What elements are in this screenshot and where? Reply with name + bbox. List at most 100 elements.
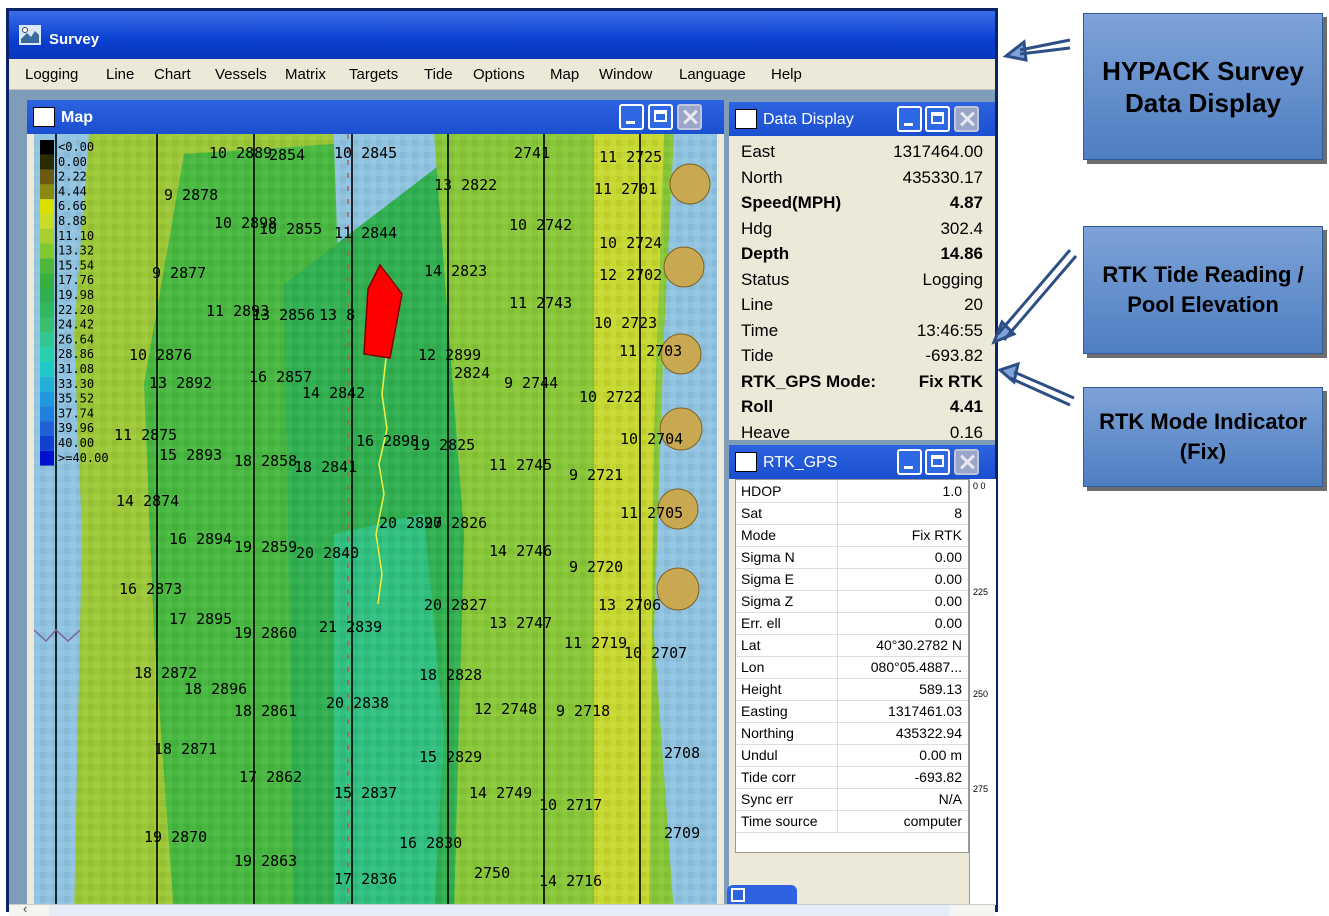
menu-options[interactable]: Options bbox=[473, 66, 525, 83]
legend-swatch bbox=[40, 362, 54, 377]
menu-targets[interactable]: Targets bbox=[349, 66, 398, 83]
data-display-title-bar[interactable]: Data Display bbox=[729, 102, 995, 136]
rtk-row-value: 40°30.2782 N bbox=[876, 637, 962, 653]
map-canvas[interactable]: <0.00 0.00 2.22 4.44 6.66 8.88 11.10 13.32 15.54… bbox=[34, 134, 717, 915]
legend-swatch bbox=[40, 243, 54, 259]
sounding-label: 11 2875 bbox=[114, 426, 177, 444]
sounding-label: 14 2842 bbox=[302, 384, 365, 402]
data-display-minimize-button[interactable] bbox=[897, 106, 922, 132]
map-window-icon bbox=[33, 107, 55, 127]
sounding-label: 14 2874 bbox=[116, 492, 179, 510]
data-display-maximize-button[interactable] bbox=[925, 106, 950, 132]
sounding-label: 16 2873 bbox=[119, 580, 182, 598]
sounding-label: 10 2722 bbox=[579, 388, 642, 406]
sounding-label: 10 2724 bbox=[599, 234, 662, 252]
data-display-close-button[interactable] bbox=[954, 106, 979, 132]
rtk-gps-maximize-button[interactable] bbox=[925, 449, 950, 475]
legend-label: >=40.00 bbox=[58, 451, 109, 465]
menu-chart[interactable]: Chart bbox=[154, 66, 191, 83]
rtk-row-value: 0.00 bbox=[934, 571, 962, 587]
legend-label: 40.00 bbox=[58, 436, 94, 450]
rtk-row: Lon 080°05.4887... bbox=[736, 656, 968, 679]
rtk-row-label: Sigma Z bbox=[741, 593, 794, 609]
rtk-column-separator bbox=[837, 656, 838, 678]
callout-survey-data-display: HYPACK Survey Data Display bbox=[1083, 13, 1323, 160]
menu-window[interactable]: Window bbox=[599, 66, 652, 83]
map-maximize-button[interactable] bbox=[648, 104, 673, 130]
rtk-column-separator bbox=[837, 634, 838, 656]
sounding-label: 13 2747 bbox=[489, 614, 552, 632]
callout-rtk-mode: RTK Mode Indicator (Fix) bbox=[1083, 387, 1323, 487]
legend-swatch bbox=[40, 214, 54, 229]
data-row-label: Tide bbox=[741, 346, 774, 365]
survey-window: Survey Logging Line Chart Vessels Matrix… bbox=[6, 8, 998, 916]
sounding-label: 11 2705 bbox=[620, 504, 683, 522]
legend-swatch bbox=[40, 391, 54, 407]
sounding-label: 10 2717 bbox=[539, 796, 602, 814]
horizontal-scrollbar[interactable]: ‹ bbox=[9, 901, 995, 916]
arrow-mode bbox=[997, 361, 1075, 407]
legend-label: 33.30 bbox=[58, 377, 94, 391]
sounding-label: 21 2839 bbox=[319, 618, 382, 636]
map-window-title: Map bbox=[61, 109, 93, 126]
sounding-label: 20 2838 bbox=[326, 694, 389, 712]
sounding-label: 20 2840 bbox=[296, 544, 359, 562]
menu-matrix[interactable]: Matrix bbox=[285, 66, 326, 83]
sounding-label: 9 2878 bbox=[164, 186, 218, 204]
map-marker-circle bbox=[663, 246, 705, 288]
legend-label: 6.66 bbox=[58, 199, 87, 213]
scroll-left-icon[interactable]: ‹ bbox=[23, 901, 27, 916]
menu-tide[interactable]: Tide bbox=[424, 66, 453, 83]
sounding-label: 17 2836 bbox=[334, 870, 397, 888]
sounding-label: 2854 bbox=[269, 146, 305, 164]
scroll-thumb[interactable] bbox=[49, 905, 949, 916]
sounding-label: 14 2823 bbox=[424, 262, 487, 280]
legend-swatch bbox=[40, 288, 54, 303]
sounding-label: 10 2742 bbox=[509, 216, 572, 234]
title-bar[interactable]: Survey bbox=[9, 11, 995, 59]
rtk-column-separator bbox=[837, 502, 838, 524]
rtk-row-label: Tide corr bbox=[741, 769, 796, 785]
map-window: Map <0.00 0.00 2.22 4.44 6.66 8.88 11.10… bbox=[27, 100, 724, 915]
arrow-tide bbox=[991, 249, 1078, 345]
sounding-label: 12 2899 bbox=[418, 346, 481, 364]
legend-label: 35.52 bbox=[58, 392, 94, 406]
rtk-column-separator bbox=[837, 524, 838, 546]
rtk-row-label: Lon bbox=[741, 659, 765, 675]
map-minimize-button[interactable] bbox=[619, 104, 644, 130]
sounding-label: 9 2718 bbox=[556, 702, 610, 720]
menu-line[interactable]: Line bbox=[106, 66, 134, 83]
minimized-maximize-icon[interactable] bbox=[731, 888, 745, 902]
rtk-row-label: Time source bbox=[741, 813, 818, 829]
rtk-gps-title-bar[interactable]: RTK_GPS bbox=[729, 445, 995, 479]
rtk-gps-close-button[interactable] bbox=[954, 449, 979, 475]
sounding-label: 17 2862 bbox=[239, 768, 302, 786]
rtk-row-label: Mode bbox=[741, 527, 777, 543]
rtk-gps-table: HDOP 1.0 Sat 8 Mode Fix RTK Sigma N 0.00 Sigma E… bbox=[735, 479, 969, 853]
sounding-label: 13 2822 bbox=[434, 176, 497, 194]
map-close-button[interactable] bbox=[677, 104, 702, 130]
sounding-label: 10 2855 bbox=[259, 220, 322, 238]
data-row-label: Line bbox=[741, 295, 774, 314]
sounding-label: 11 2743 bbox=[509, 294, 572, 312]
sounding-label: 11 2719 bbox=[564, 634, 627, 652]
data-row-value: Logging bbox=[922, 269, 983, 289]
menu-help[interactable]: Help bbox=[771, 66, 802, 83]
rtk-row-value: 0.00 m bbox=[919, 747, 962, 763]
menu-vessels[interactable]: Vessels bbox=[215, 66, 267, 83]
menu-logging[interactable]: Logging bbox=[25, 66, 78, 83]
sounding-label: 11 2725 bbox=[599, 148, 662, 166]
sounding-label: 9 2720 bbox=[569, 558, 623, 576]
sounding-label: 16 2898 bbox=[356, 432, 419, 450]
rtk-row-label: Sat bbox=[741, 505, 763, 521]
map-title-bar[interactable]: Map bbox=[27, 100, 724, 134]
rtk-gps-minimize-button[interactable] bbox=[897, 449, 922, 475]
legend-swatch bbox=[40, 302, 54, 318]
sounding-label: 2709 bbox=[664, 824, 700, 842]
legend-swatch bbox=[40, 436, 54, 451]
rtk-row: Easting 1317461.03 bbox=[736, 700, 968, 723]
menu-map[interactable]: Map bbox=[550, 66, 579, 83]
legend-swatch bbox=[40, 140, 54, 155]
menu-language[interactable]: Language bbox=[679, 66, 746, 83]
legend-label: 0.00 bbox=[58, 155, 87, 169]
